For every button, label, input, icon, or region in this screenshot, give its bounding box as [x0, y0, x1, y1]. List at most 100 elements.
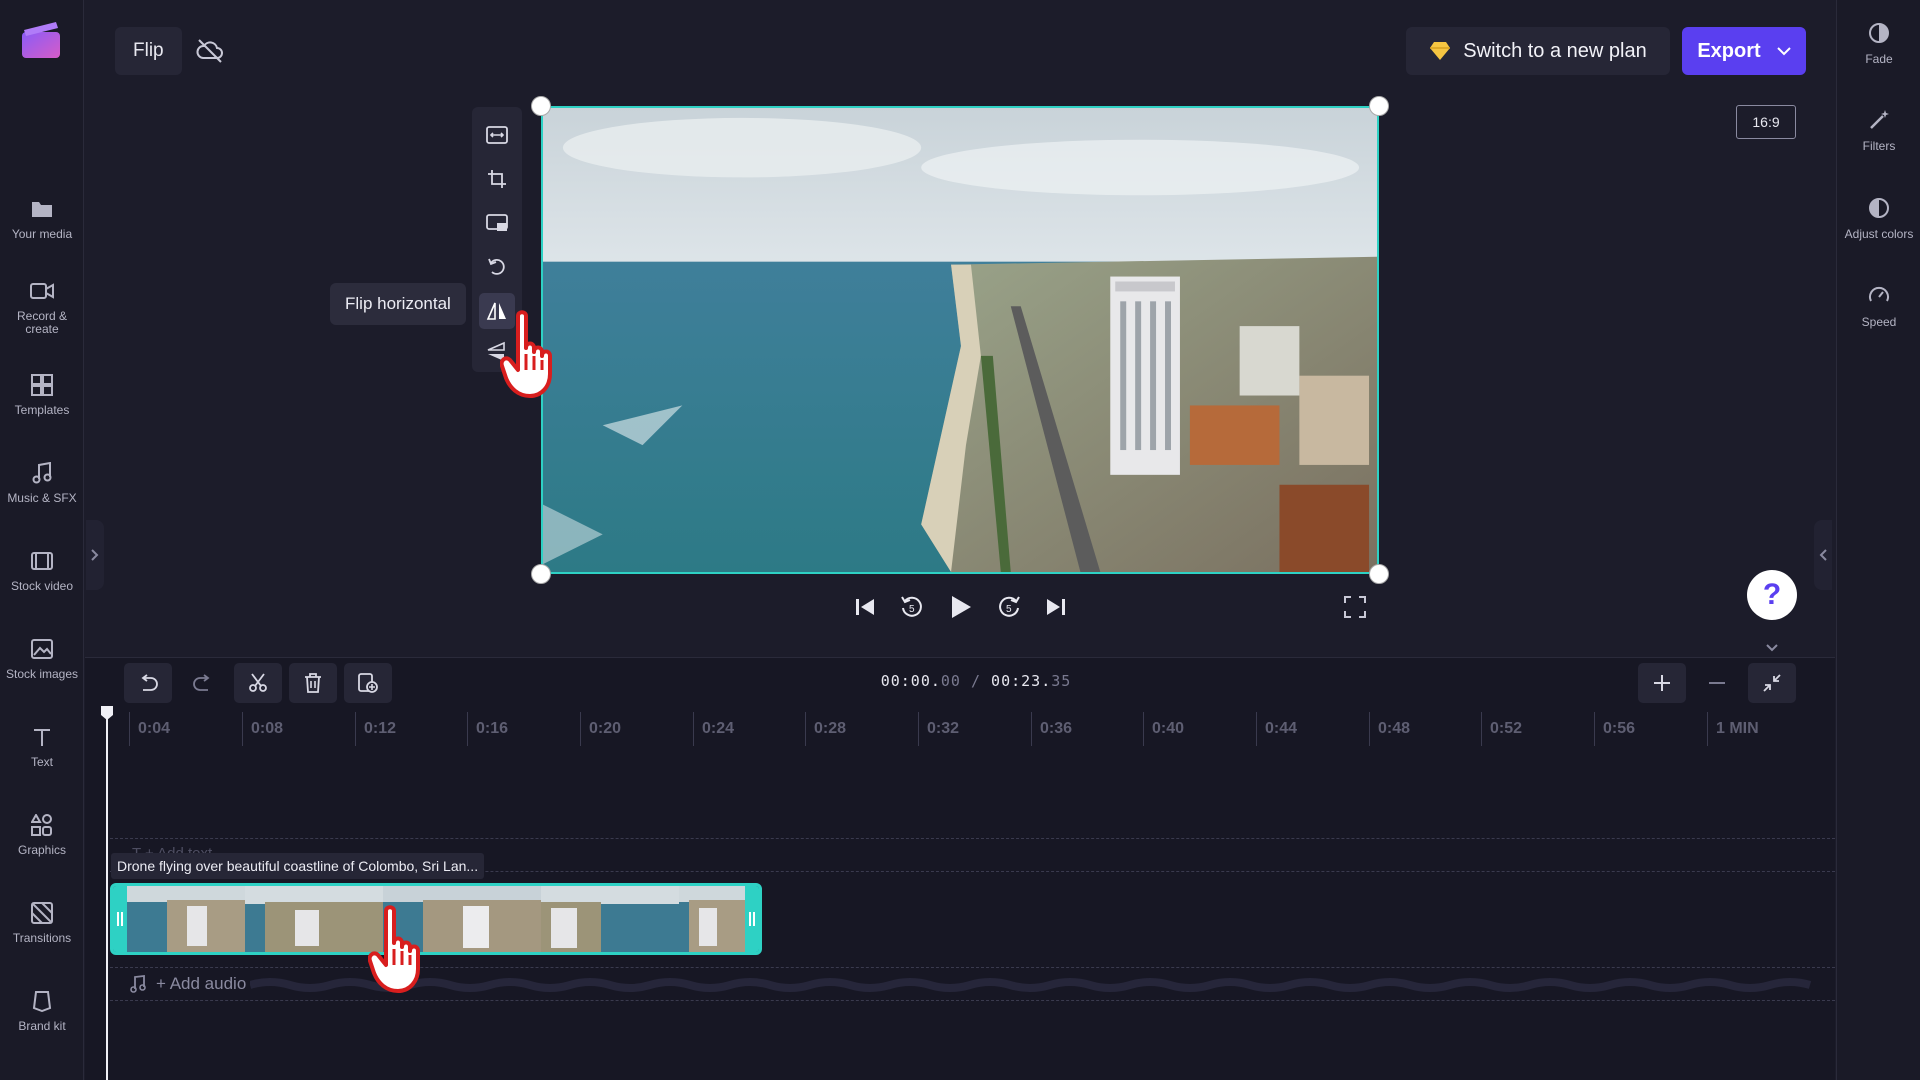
- sidebar-item-your-media[interactable]: Your media: [0, 196, 84, 266]
- zoom-in-button[interactable]: [1638, 663, 1686, 703]
- sidebar-item-adjust-colors[interactable]: Adjust colors: [1837, 195, 1920, 265]
- fit-button[interactable]: [479, 117, 515, 153]
- sidebar-item-label: Templates: [14, 403, 70, 417]
- redo-button[interactable]: [179, 663, 227, 703]
- video-clip[interactable]: [110, 883, 762, 955]
- ruler-tick: 1 MIN: [1707, 712, 1759, 746]
- rewind-5s-button[interactable]: 5: [895, 590, 929, 624]
- crop-icon: [488, 170, 506, 188]
- add-to-timeline-button[interactable]: [344, 663, 392, 703]
- switch-plan-label: Switch to a new plan: [1463, 39, 1647, 62]
- rewind-5-icon: 5: [901, 596, 922, 617]
- skip-back-icon: [856, 599, 874, 615]
- sidebar-item-label: Text: [30, 755, 53, 769]
- sidebar-item-stock-images[interactable]: Stock images: [0, 636, 84, 706]
- zoom-out-button[interactable]: [1693, 663, 1741, 703]
- rotate-button[interactable]: [479, 249, 515, 285]
- chevron-left-icon: [1819, 549, 1827, 561]
- resize-handle-top-left[interactable]: [531, 96, 551, 116]
- ruler-tick: 0:44: [1256, 712, 1297, 746]
- zoom-to-fit-button[interactable]: [1748, 663, 1796, 703]
- forward-5s-button[interactable]: 5: [992, 590, 1026, 624]
- add-media-icon: [358, 673, 378, 693]
- crop-button[interactable]: [479, 161, 515, 197]
- resize-handle-top-right[interactable]: [1369, 96, 1389, 116]
- sidebar-item-label: Speed: [1861, 315, 1897, 329]
- sidebar-item-text[interactable]: Text: [0, 724, 84, 794]
- video-frame-image: [543, 108, 1377, 572]
- sidebar-item-graphics[interactable]: Graphics: [0, 812, 84, 882]
- plus-icon: [1654, 675, 1670, 691]
- cloud-off-icon[interactable]: [196, 38, 224, 64]
- expand-sidebar-button[interactable]: [86, 520, 104, 590]
- transitions-icon: [29, 900, 55, 926]
- rotate-icon: [488, 258, 505, 275]
- picture-in-picture-button[interactable]: [479, 205, 515, 241]
- resize-handle-bottom-left[interactable]: [531, 564, 551, 584]
- contrast-icon: [1866, 195, 1892, 221]
- sidebar-item-stock-video[interactable]: Stock video: [0, 548, 84, 618]
- ruler-tick: 0:52: [1481, 712, 1522, 746]
- ruler-tick: 0:28: [805, 712, 846, 746]
- timeline-ruler[interactable]: 0:04 0:08 0:12 0:16 0:20 0:24 0:28 0:32 …: [105, 712, 1835, 746]
- picture-in-picture-icon: [486, 214, 508, 231]
- sidebar-item-label: Stock video: [10, 579, 74, 593]
- redo-icon: [193, 674, 210, 691]
- clipchamp-logo-icon[interactable]: [20, 20, 62, 60]
- add-audio-label: + Add audio: [156, 974, 247, 993]
- sidebar-item-fade[interactable]: Fade: [1837, 20, 1920, 90]
- expand-properties-button[interactable]: [1814, 520, 1832, 590]
- playhead-handle-icon[interactable]: [100, 705, 114, 721]
- sidebar-item-music-sfx[interactable]: Music & SFX: [0, 460, 84, 530]
- resize-handle-bottom-right[interactable]: [1369, 564, 1389, 584]
- sidebar-item-templates[interactable]: Templates: [0, 372, 84, 442]
- play-button[interactable]: [944, 590, 978, 624]
- right-sidebar: Fade Filters Adjust colors Speed: [1836, 0, 1920, 1080]
- left-sidebar: Your media Record & create Templates Mus…: [0, 0, 84, 1080]
- shapes-icon: [29, 812, 55, 838]
- magic-wand-icon: [1866, 107, 1892, 133]
- ruler-tick: 0:08: [242, 712, 283, 746]
- split-button[interactable]: [234, 663, 282, 703]
- export-button[interactable]: Export: [1682, 27, 1806, 75]
- aspect-ratio-button[interactable]: 16:9: [1736, 105, 1796, 139]
- sidebar-item-label: Brand kit: [18, 1019, 66, 1033]
- speedometer-icon: [1866, 283, 1892, 309]
- clip-trim-handle-right[interactable]: [745, 886, 759, 952]
- playhead[interactable]: [106, 712, 108, 1080]
- ruler-tick: 0:20: [580, 712, 621, 746]
- help-button[interactable]: ?: [1747, 570, 1797, 620]
- clip-trim-handle-left[interactable]: [113, 886, 127, 952]
- sidebar-item-label: Record & create: [16, 309, 68, 336]
- project-title[interactable]: Flip: [115, 27, 182, 75]
- add-audio-button[interactable]: + Add audio: [130, 974, 246, 994]
- switch-plan-button[interactable]: Switch to a new plan: [1406, 27, 1670, 75]
- clip-title: Drone flying over beautiful coastline of…: [111, 853, 485, 879]
- delete-button[interactable]: [289, 663, 337, 703]
- sidebar-item-record-create[interactable]: Record & create: [0, 278, 84, 348]
- fullscreen-button[interactable]: [1343, 595, 1367, 619]
- sidebar-item-label: Music & SFX: [7, 491, 77, 505]
- time-separator: /: [970, 672, 982, 690]
- collapse-timeline-button[interactable]: [1764, 640, 1780, 656]
- total-time-frames: 35: [1051, 672, 1072, 690]
- folder-icon: [29, 196, 55, 222]
- text-track-top: [110, 838, 1835, 839]
- skip-to-start-button[interactable]: [848, 590, 882, 624]
- ruler-tick: 0:48: [1369, 712, 1410, 746]
- film-icon: [29, 548, 55, 574]
- sidebar-item-label: Graphics: [17, 843, 67, 857]
- music-note-icon: [130, 975, 146, 993]
- ruler-tick: 0:40: [1143, 712, 1184, 746]
- clip-thumbnail: [679, 886, 751, 952]
- sidebar-item-filters[interactable]: Filters: [1837, 107, 1920, 177]
- sidebar-item-transitions[interactable]: Transitions: [0, 900, 84, 970]
- video-preview[interactable]: [541, 106, 1379, 574]
- sidebar-item-speed[interactable]: Speed: [1837, 283, 1920, 353]
- undo-button[interactable]: [124, 663, 172, 703]
- sidebar-item-label: Transitions: [12, 931, 72, 945]
- sidebar-item-brand-kit[interactable]: Brand kit: [0, 988, 84, 1058]
- skip-to-end-button[interactable]: [1039, 590, 1073, 624]
- ruler-tick: 0:04: [129, 712, 170, 746]
- ruler-tick: 0:12: [355, 712, 396, 746]
